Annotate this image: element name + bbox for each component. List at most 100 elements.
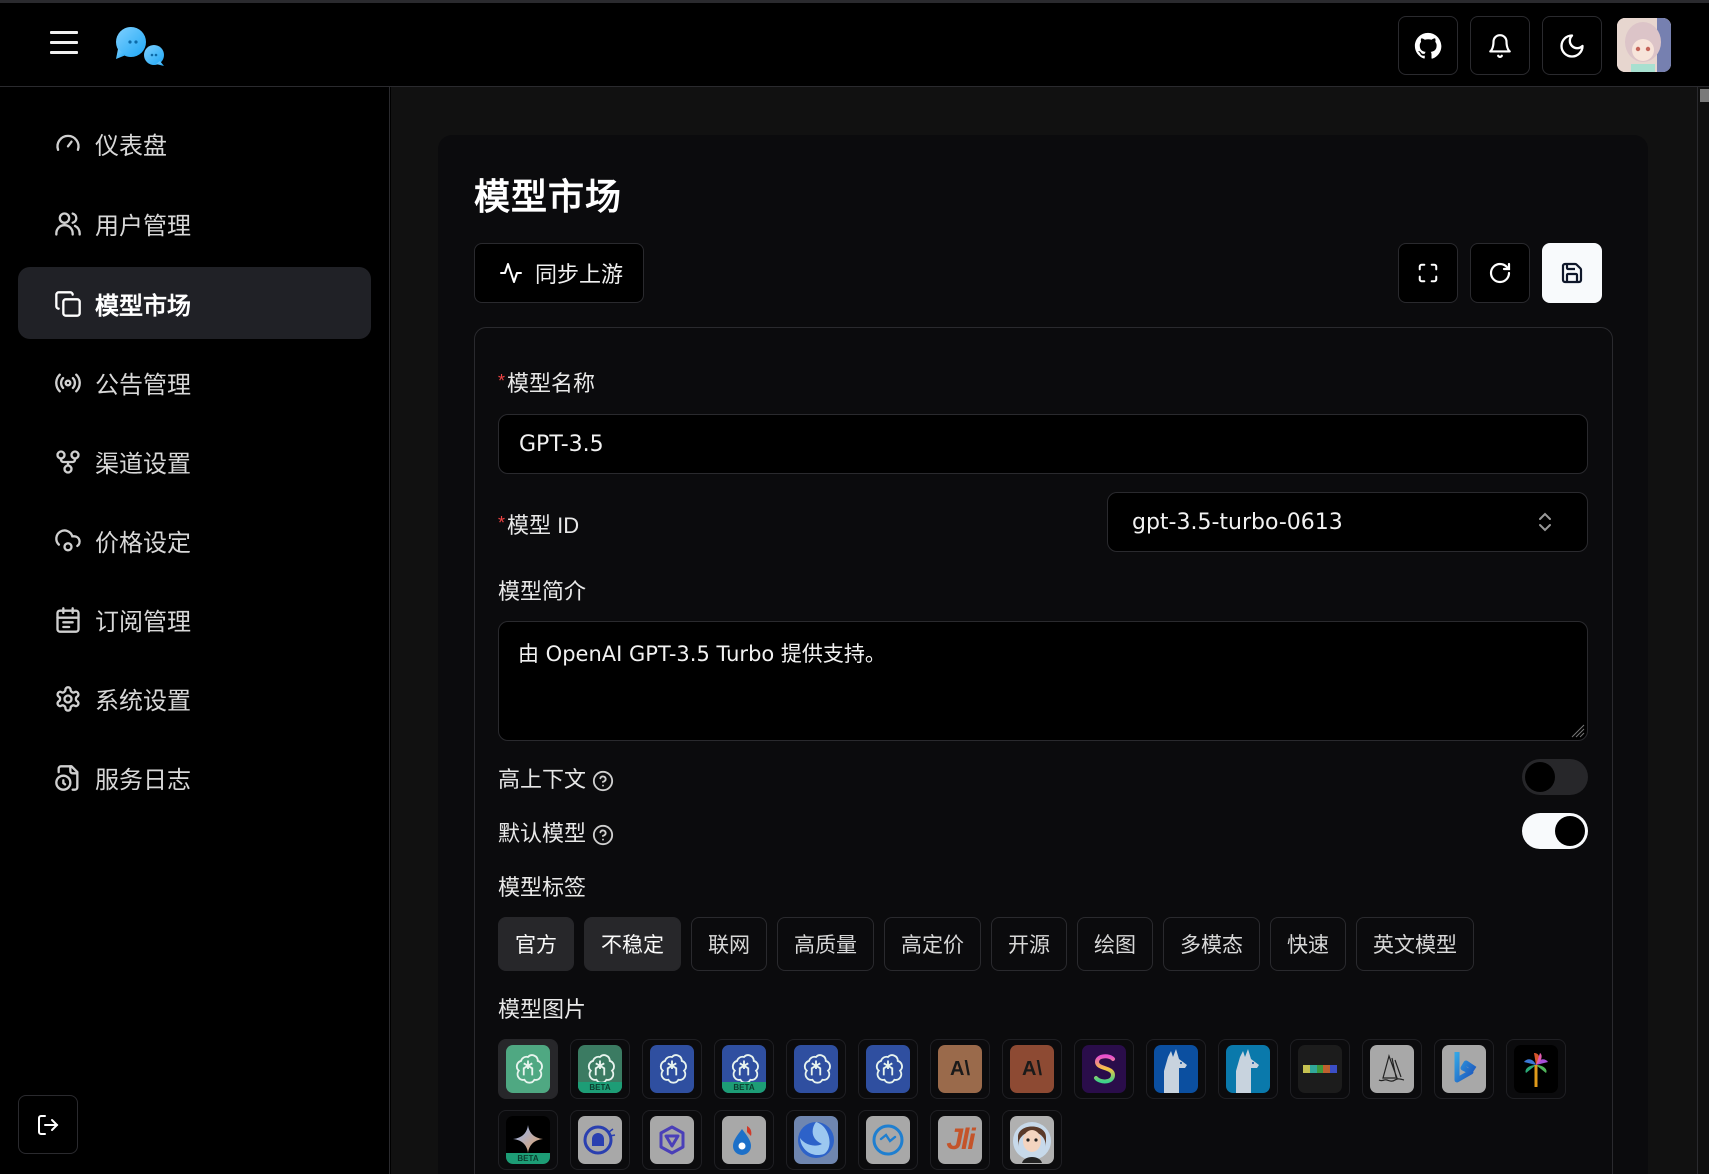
sidebar-item-announcements[interactable]: 公告管理 — [18, 346, 371, 418]
github-button[interactable] — [1398, 16, 1458, 75]
toggle-knob — [1555, 816, 1585, 846]
model-image-option[interactable] — [1002, 1110, 1062, 1170]
model-image-option[interactable] — [786, 1039, 846, 1099]
sidebar-item-users[interactable]: 用户管理 — [18, 187, 371, 259]
model-image-option[interactable]: BETA — [714, 1039, 774, 1099]
model-tags-group: 官方 不稳定 联网 高质量 高定价 开源 绘图 多模态 快速 英文模型 — [498, 917, 1474, 971]
refresh-button[interactable] — [1470, 243, 1530, 303]
color-bar-icon — [1298, 1045, 1342, 1093]
model-image-option[interactable] — [1362, 1039, 1422, 1099]
drop-flame-icon — [722, 1116, 766, 1164]
circle-net-icon — [866, 1116, 910, 1164]
calendar-icon — [54, 606, 82, 634]
tag-chip[interactable]: 绘图 — [1077, 917, 1153, 971]
model-id-label: *模型 ID — [498, 508, 579, 540]
model-image-option[interactable] — [1434, 1039, 1494, 1099]
model-image-option[interactable] — [642, 1039, 702, 1099]
help-circle-icon[interactable] — [592, 770, 614, 792]
model-image-option[interactable] — [858, 1110, 918, 1170]
user-avatar[interactable] — [1617, 18, 1671, 72]
model-name-value: GPT-3.5 — [519, 431, 604, 457]
fullscreen-button[interactable] — [1398, 243, 1458, 303]
model-image-option[interactable] — [1506, 1039, 1566, 1099]
model-image-option[interactable]: BETA — [498, 1110, 558, 1170]
activity-icon — [500, 263, 522, 283]
model-image-option[interactable]: A\ — [930, 1039, 990, 1099]
sidebar-item-channels[interactable]: 渠道设置 — [18, 425, 371, 497]
openai-dalle-icon — [866, 1045, 910, 1093]
tag-chip[interactable]: 官方 — [498, 917, 574, 971]
notifications-button[interactable] — [1470, 16, 1530, 75]
default-model-toggle[interactable] — [1522, 813, 1588, 849]
refresh-icon — [1489, 262, 1511, 284]
logout-icon — [38, 1114, 59, 1135]
model-images-grid: BETA BETA A\ A\ BETA Jli — [498, 1039, 1598, 1170]
save-button[interactable] — [1542, 243, 1602, 303]
sidebar-item-label: 服务日志 — [95, 766, 191, 794]
model-image-option[interactable] — [498, 1039, 558, 1099]
sidebar-item-pricing[interactable]: 价格设定 — [18, 504, 371, 576]
page-title: 模型市场 — [474, 176, 623, 217]
tag-chip[interactable]: 英文模型 — [1356, 917, 1474, 971]
broadcast-icon — [54, 369, 82, 397]
required-asterisk: * — [498, 371, 506, 391]
girl-avatar-icon — [1010, 1116, 1054, 1164]
openai-green-icon — [506, 1045, 550, 1093]
sync-upstream-button[interactable]: 同步上游 — [474, 243, 644, 303]
scrollbar-thumb[interactable] — [1700, 89, 1709, 102]
model-image-option[interactable] — [1218, 1039, 1278, 1099]
model-image-option[interactable]: A\ — [1002, 1039, 1062, 1099]
sidebar-item-dashboard[interactable]: 仪表盘 — [18, 107, 371, 179]
model-image-option[interactable] — [714, 1110, 774, 1170]
hamburger-menu-button[interactable] — [50, 31, 78, 55]
model-name-input[interactable]: GPT-3.5 — [498, 414, 1588, 474]
sidebar-item-system-settings[interactable]: 系统设置 — [18, 662, 371, 734]
chat-bubbles-logo-icon[interactable] — [112, 25, 168, 69]
ji-text-icon: Jli — [938, 1116, 982, 1164]
model-id-value: gpt-3.5-turbo-0613 — [1132, 509, 1343, 535]
openai-green-beta-icon: BETA — [578, 1045, 622, 1093]
model-id-label-text: 模型 ID — [507, 513, 580, 538]
bing-icon — [1442, 1045, 1486, 1093]
github-icon — [1414, 32, 1442, 59]
resize-handle-icon[interactable] — [1569, 722, 1585, 738]
sidebar-item-model-market[interactable]: 模型市场 — [18, 267, 371, 339]
high-context-toggle[interactable] — [1522, 759, 1588, 795]
tag-chip[interactable]: 联网 — [691, 917, 767, 971]
anthropic-tan-icon: A\ — [938, 1045, 982, 1093]
model-image-option[interactable] — [1146, 1039, 1206, 1099]
sidebar-item-label: 订阅管理 — [95, 608, 191, 636]
model-image-option[interactable] — [570, 1110, 630, 1170]
model-description-textarea[interactable]: 由 OpenAI GPT-3.5 Turbo 提供支持。 — [498, 621, 1588, 741]
model-image-option[interactable] — [642, 1110, 702, 1170]
model-id-select[interactable]: gpt-3.5-turbo-0613 — [1107, 492, 1588, 552]
qwen-icon — [650, 1116, 694, 1164]
model-image-option[interactable] — [1290, 1039, 1350, 1099]
tag-chip[interactable]: 不稳定 — [584, 917, 681, 971]
sidebar-item-label: 模型市场 — [95, 292, 191, 320]
sidebar-item-service-logs[interactable]: 服务日志 — [18, 741, 371, 813]
required-asterisk: * — [498, 513, 506, 533]
llama-blue-icon — [1154, 1045, 1198, 1093]
tag-chip[interactable]: 开源 — [991, 917, 1067, 971]
tag-chip[interactable]: 高定价 — [884, 917, 981, 971]
wave-icon — [794, 1116, 838, 1164]
tag-chip[interactable]: 快速 — [1270, 917, 1346, 971]
model-image-option[interactable]: BETA — [570, 1039, 630, 1099]
sidebar-item-label: 系统设置 — [95, 687, 191, 715]
tag-chip[interactable]: 多模态 — [1163, 917, 1260, 971]
model-name-label: *模型名称 — [498, 366, 595, 398]
model-tags-label: 模型标签 — [498, 875, 587, 900]
model-image-option[interactable] — [858, 1039, 918, 1099]
model-image-option[interactable]: Jli — [930, 1110, 990, 1170]
sidebar-item-label: 渠道设置 — [95, 450, 191, 478]
sidebar-item-subscriptions[interactable]: 订阅管理 — [18, 583, 371, 655]
page-scrollbar[interactable] — [1697, 87, 1709, 1174]
theme-toggle-button[interactable] — [1542, 16, 1602, 75]
model-image-option[interactable] — [1074, 1039, 1134, 1099]
help-circle-icon[interactable] — [592, 824, 614, 846]
users-icon — [54, 210, 82, 238]
logout-button[interactable] — [18, 1095, 78, 1154]
tag-chip[interactable]: 高质量 — [777, 917, 874, 971]
model-image-option[interactable] — [786, 1110, 846, 1170]
